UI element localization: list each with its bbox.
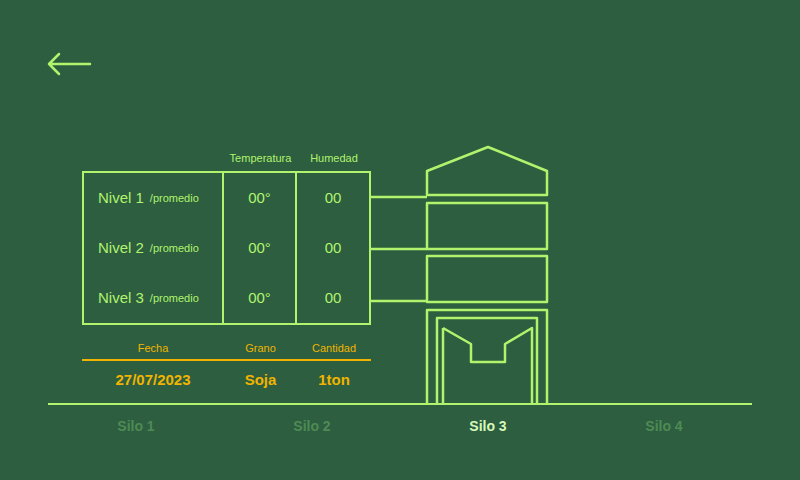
detail-value: 1ton bbox=[297, 371, 371, 389]
silo-tab[interactable]: Silo 1 bbox=[48, 417, 224, 435]
table-row: Nivel 2/promedio00°00 bbox=[84, 223, 369, 273]
column-header: Humedad bbox=[297, 152, 371, 165]
silo-tab[interactable]: Silo 4 bbox=[576, 417, 752, 435]
silo-tabs: Silo 1Silo 2Silo 3Silo 4 bbox=[48, 417, 752, 435]
temperature-cell: 00° bbox=[224, 173, 297, 223]
column-header: Temperatura bbox=[224, 152, 297, 165]
silo-screen: TemperaturaHumedadNivel 1/promedio00°00N… bbox=[0, 0, 800, 480]
temperature-cell: 00° bbox=[224, 273, 297, 323]
humidity-cell: 00 bbox=[297, 223, 369, 273]
back-arrow-icon[interactable] bbox=[46, 52, 92, 76]
detail-label: Cantidad bbox=[297, 342, 371, 355]
info-column: TemperaturaHumedadNivel 1/promedio00°00N… bbox=[82, 145, 371, 389]
silo-tab[interactable]: Silo 2 bbox=[224, 417, 400, 435]
humidity-cell: 00 bbox=[297, 173, 369, 223]
silo-tab[interactable]: Silo 3 bbox=[400, 417, 576, 435]
temperature-cell: 00° bbox=[224, 223, 297, 273]
detail-value: Soja bbox=[224, 371, 297, 389]
humidity-cell: 00 bbox=[297, 273, 369, 323]
table-header: TemperaturaHumedad bbox=[82, 152, 371, 171]
table-row: Nivel 3/promedio00°00 bbox=[84, 273, 369, 323]
level-cell: Nivel 3/promedio bbox=[84, 273, 224, 323]
details-values: 27/07/2023Soja1ton bbox=[82, 371, 371, 389]
detail-label: Fecha bbox=[82, 342, 224, 355]
level-cell: Nivel 1/promedio bbox=[84, 173, 224, 223]
ground-line bbox=[48, 403, 752, 405]
table-row: Nivel 1/promedio00°00 bbox=[84, 173, 369, 223]
main-area: TemperaturaHumedadNivel 1/promedio00°00N… bbox=[82, 145, 800, 403]
detail-value: 27/07/2023 bbox=[82, 371, 224, 389]
silo-diagram-icon bbox=[371, 145, 551, 403]
header bbox=[0, 0, 800, 76]
detail-label: Grano bbox=[224, 342, 297, 355]
levels-table: Nivel 1/promedio00°00Nivel 2/promedio00°… bbox=[82, 171, 371, 325]
level-cell: Nivel 2/promedio bbox=[84, 223, 224, 273]
details-labels: FechaGranoCantidad bbox=[82, 342, 371, 361]
